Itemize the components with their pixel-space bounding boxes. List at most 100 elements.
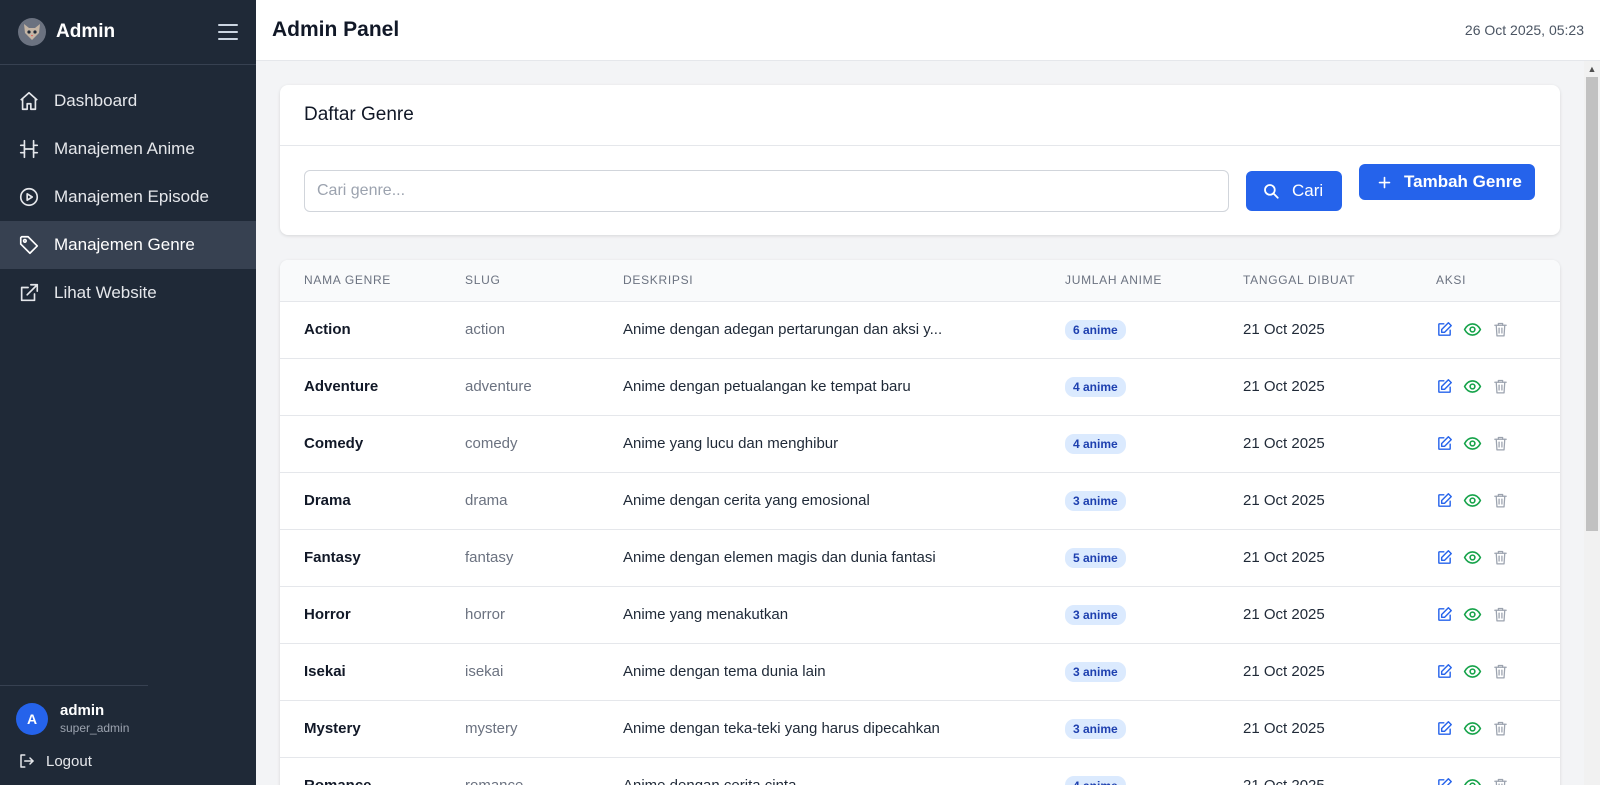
view-icon[interactable] [1463, 776, 1482, 785]
film-icon [19, 139, 39, 159]
row-actions [1436, 776, 1560, 785]
delete-icon[interactable] [1492, 321, 1509, 338]
footer-divider [0, 685, 148, 686]
delete-icon[interactable] [1492, 492, 1509, 509]
delete-icon[interactable] [1492, 435, 1509, 452]
sidebar-item-episode[interactable]: Manajemen Episode [0, 173, 256, 221]
delete-icon[interactable] [1492, 777, 1509, 785]
genre-slug: drama [465, 492, 508, 509]
table-row: Fantasy fantasy Anime dengan elemen magis … [280, 529, 1560, 586]
external-link-icon [20, 283, 39, 302]
sidebar-item-dashboard[interactable]: Dashboard [0, 77, 256, 125]
created-date: 21 Oct 2025 [1243, 435, 1325, 452]
view-icon[interactable] [1463, 548, 1482, 567]
anime-count-badge: 5 anime [1065, 547, 1126, 568]
table-row: Mystery mystery Anime dengan teka-teki yan… [280, 700, 1560, 757]
logout-button[interactable]: Logout [0, 741, 256, 781]
tag-icon [19, 235, 39, 255]
row-actions [1436, 605, 1560, 624]
sidebar-item-website[interactable]: Lihat Website [0, 269, 256, 317]
view-icon[interactable] [1463, 434, 1482, 453]
edit-icon[interactable] [1436, 435, 1453, 452]
edit-icon[interactable] [1436, 720, 1453, 737]
table-row: Action action Anime dengan adegan pertarun… [280, 301, 1560, 358]
search-row: Cari Tambah Genre [280, 146, 1560, 235]
edit-icon[interactable] [1436, 549, 1453, 566]
row-actions [1436, 491, 1560, 510]
genre-description: Anime dengan tema dunia lain [623, 663, 826, 680]
brand-logo-icon [18, 18, 46, 46]
sidebar-item-label: Dashboard [54, 91, 138, 110]
genre-slug: isekai [465, 663, 504, 680]
sidebar-item-label: Lihat Website [54, 283, 157, 302]
genre-name: Fantasy [304, 549, 361, 566]
search-input[interactable] [304, 170, 1229, 212]
header-datetime: 26 Oct 2025, 05:23 [1464, 22, 1584, 38]
scroll-thumb[interactable] [1586, 77, 1598, 531]
add-genre-button[interactable]: Tambah Genre [1359, 164, 1535, 200]
sidebar-item-label: Manajemen Genre [54, 235, 195, 254]
col-header-date: TANGGAL DIBUAT [1243, 260, 1436, 302]
page-title: Admin Panel [272, 18, 400, 41]
genre-slug: mystery [465, 720, 518, 737]
delete-icon[interactable] [1492, 378, 1509, 395]
delete-icon[interactable] [1492, 549, 1509, 566]
delete-icon[interactable] [1492, 663, 1509, 680]
search-button[interactable]: Cari [1246, 171, 1342, 211]
row-actions [1436, 434, 1560, 453]
anime-count-badge: 3 anime [1065, 604, 1126, 625]
view-icon[interactable] [1463, 491, 1482, 510]
created-date: 21 Oct 2025 [1243, 378, 1325, 395]
view-icon[interactable] [1463, 719, 1482, 738]
edit-icon[interactable] [1436, 378, 1453, 395]
sidebar-item-genre[interactable]: Manajemen Genre [0, 221, 256, 269]
view-icon[interactable] [1463, 377, 1482, 396]
logout-icon [20, 754, 34, 768]
edit-icon[interactable] [1436, 663, 1453, 680]
edit-icon[interactable] [1436, 777, 1453, 785]
genre-slug: comedy [465, 435, 518, 452]
anime-count-badge: 4 anime [1065, 433, 1126, 454]
view-icon[interactable] [1463, 605, 1482, 624]
delete-icon[interactable] [1492, 606, 1509, 623]
genre-name: Comedy [304, 435, 364, 452]
genre-description: Anime yang lucu dan menghibur [623, 435, 839, 452]
table-row: Drama drama Anime dengan cerita yang emosi… [280, 472, 1560, 529]
created-date: 21 Oct 2025 [1243, 720, 1325, 737]
genre-slug: romance [465, 777, 523, 785]
created-date: 21 Oct 2025 [1243, 321, 1325, 338]
brand-name: Admin [56, 21, 116, 42]
edit-icon[interactable] [1436, 492, 1453, 509]
row-actions [1436, 548, 1560, 567]
user-role: super_admin [60, 721, 130, 735]
table-row: Comedy comedy Anime yang lucu dan menghibu… [280, 415, 1560, 472]
genre-description: Anime dengan cerita cinta [623, 777, 796, 785]
scroll-up-arrow-icon[interactable]: ▲ [1584, 61, 1600, 77]
edit-icon[interactable] [1436, 606, 1453, 623]
anime-count-badge: 4 anime [1065, 775, 1126, 785]
menu-toggle-icon[interactable] [218, 24, 238, 40]
created-date: 21 Oct 2025 [1243, 549, 1325, 566]
user-profile: A admin super_admin [0, 702, 256, 735]
genre-name: Isekai [304, 663, 346, 680]
view-icon[interactable] [1463, 320, 1482, 339]
user-name: admin [60, 702, 105, 719]
genre-description: Anime dengan petualangan ke tempat baru [623, 378, 911, 395]
plus-icon [1378, 176, 1391, 188]
delete-icon[interactable] [1492, 720, 1509, 737]
anime-count-badge: 4 anime [1065, 376, 1126, 397]
created-date: 21 Oct 2025 [1243, 663, 1325, 680]
created-date: 21 Oct 2025 [1243, 492, 1325, 509]
table-header-row: NAMA GENRE SLUG DESKRIPSI JUMLAH ANIME T… [280, 260, 1560, 302]
sidebar-item-anime[interactable]: Manajemen Anime [0, 125, 256, 173]
col-header-slug: SLUG [465, 260, 623, 302]
view-icon[interactable] [1463, 662, 1482, 681]
edit-icon[interactable] [1436, 321, 1453, 338]
sidebar-footer: A admin super_admin Logout [0, 685, 256, 785]
genre-name: Action [304, 321, 351, 338]
genre-name: Mystery [304, 720, 361, 737]
table-body: Action action Anime dengan adegan pertarun… [280, 301, 1560, 785]
main-scrollbar[interactable]: ▲ [1584, 61, 1600, 785]
genre-slug: action [465, 321, 506, 338]
genre-description: Anime dengan cerita yang emosional [623, 492, 870, 509]
